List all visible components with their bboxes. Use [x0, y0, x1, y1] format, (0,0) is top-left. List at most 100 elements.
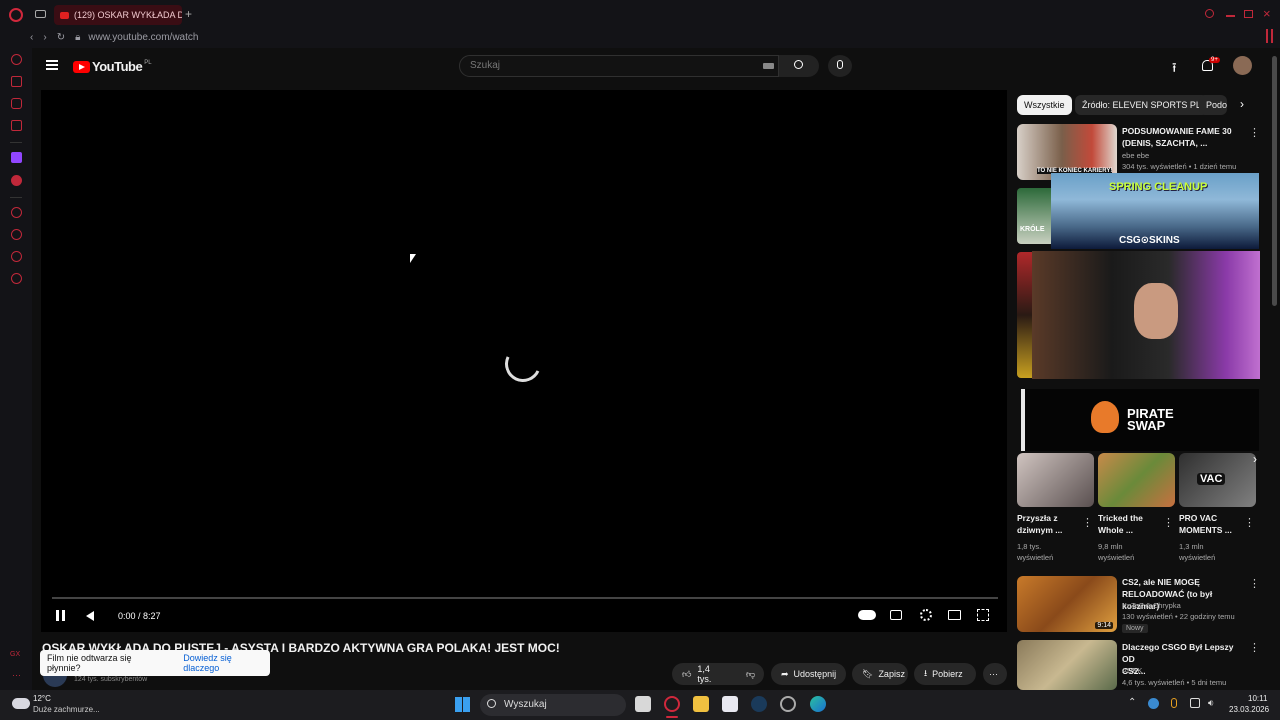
more-icon[interactable]: ···	[12, 670, 21, 680]
minimize-button[interactable]	[1226, 15, 1235, 17]
edge-icon[interactable]	[810, 696, 826, 712]
microphone-tray-icon[interactable]	[1171, 698, 1177, 708]
short-title[interactable]: PRO VAC MOMENTS ...	[1179, 512, 1243, 536]
like-button[interactable]: 👍︎ 1,4 tys.	[672, 663, 736, 685]
twitch-icon[interactable]	[11, 152, 22, 163]
new-tab-button[interactable]: +	[185, 7, 192, 21]
reload-icon[interactable]: ↻	[57, 32, 65, 43]
speed-icon[interactable]	[11, 207, 22, 218]
download-button[interactable]: ⭳ Pobierz	[914, 663, 976, 685]
speed-dial-icon[interactable]	[11, 120, 22, 131]
clock-date[interactable]: 23.03.2026	[1229, 705, 1269, 714]
chip-similar[interactable]: Podo	[1199, 95, 1227, 115]
short-thumbnail[interactable]	[1098, 453, 1175, 507]
spring-cleanup-ad[interactable]: SPRING CLEANUP CSG⊙SKINS	[1051, 173, 1259, 249]
volume-button[interactable]	[86, 611, 94, 621]
recommendation-channel[interactable]: KuTaZ & Chrypka	[1122, 600, 1181, 611]
easy-setup-icon[interactable]	[1266, 29, 1273, 43]
thumbnail-text: KRÓLE	[1020, 226, 1045, 233]
forward-icon[interactable]: ›	[43, 32, 46, 43]
theater-mode-button[interactable]	[948, 610, 961, 620]
speaker-tray-icon[interactable]	[1190, 698, 1200, 708]
more-options-icon[interactable]: ⋮	[1082, 516, 1093, 529]
recommendation-channel[interactable]: ebe ebe	[1122, 150, 1149, 161]
save-button[interactable]: 🔖︎ Zapisz	[852, 663, 908, 685]
mouse-cursor-icon	[410, 254, 416, 263]
microsoft-store-icon[interactable]	[722, 696, 738, 712]
chip-all[interactable]: Wszystkie	[1017, 95, 1072, 115]
more-actions-button[interactable]: ···	[983, 663, 1007, 685]
upload-icon[interactable]: ⭱	[1172, 59, 1177, 81]
windows-start-icon[interactable]	[455, 697, 470, 712]
active-app-indicator	[666, 716, 678, 718]
voice-search-button[interactable]	[828, 55, 852, 77]
subtitles-button[interactable]	[890, 610, 902, 620]
messenger-icon[interactable]	[11, 98, 22, 109]
network-tray-icon[interactable]: 🔉︎	[1208, 698, 1214, 709]
taskbar-search[interactable]: Wyszukaj	[480, 694, 626, 716]
more-options-icon[interactable]: ⋮	[1249, 641, 1260, 654]
more-options-icon[interactable]: ⋮	[1249, 126, 1260, 139]
short-views: 1,3 mln wyświetleń	[1179, 542, 1216, 562]
share-icon: ➦	[781, 668, 789, 679]
close-window-button[interactable]: ×	[1263, 6, 1271, 21]
keyboard-icon[interactable]	[763, 63, 774, 69]
pirate-skull-icon	[1091, 401, 1119, 433]
weather-cloud-icon[interactable]	[12, 698, 30, 709]
youtube-logo[interactable]: YouTube PL	[73, 59, 152, 74]
recommendation-thumbnail[interactable]: 9:14	[1017, 576, 1117, 632]
tray-chevron-up-icon[interactable]: ⌃	[1128, 697, 1136, 708]
gx-icon[interactable]: GX	[10, 651, 20, 658]
steam-icon[interactable]	[751, 696, 767, 712]
recommendation-channel[interactable]: ADEK	[1122, 665, 1142, 676]
settings-gear-icon[interactable]	[920, 609, 932, 621]
lock-icon: 🔒︎	[75, 31, 81, 43]
tab-youtube[interactable]: (129) OSKAR WYKŁADA D	[54, 5, 182, 25]
search-button[interactable]	[779, 55, 819, 77]
search-tabs-icon[interactable]	[1205, 9, 1214, 18]
more-options-icon[interactable]: ⋮	[1244, 516, 1255, 529]
player-icon[interactable]	[11, 175, 22, 186]
recommendation-title[interactable]: PODSUMOWANIE FAME 30 (DENIS, SZACHTA, ..…	[1122, 125, 1242, 149]
short-title[interactable]: Tricked the Whole ...	[1098, 512, 1162, 536]
avatar[interactable]	[1233, 56, 1252, 75]
opera-logo-icon[interactable]	[9, 8, 23, 22]
toast-learn-more-link[interactable]: Dowiedz się dlaczego	[183, 653, 270, 673]
progress-bar[interactable]	[52, 597, 998, 599]
fullscreen-button[interactable]	[977, 609, 989, 621]
shorts-next-button[interactable]: ›	[1245, 452, 1265, 470]
autoplay-toggle[interactable]	[858, 610, 876, 620]
maximize-button[interactable]	[1244, 10, 1253, 18]
tab-switcher-icon[interactable]	[35, 10, 46, 18]
pirate-swap-ad[interactable]: PIRATE SWAP	[1021, 389, 1259, 451]
menu-icon[interactable]	[46, 60, 58, 70]
back-icon[interactable]: ‹	[30, 32, 33, 43]
url-text[interactable]: www.youtube.com/watch	[88, 32, 198, 43]
recommendation-thumbnail[interactable]: TO NIE KONIEC KARIERY!	[1017, 124, 1117, 180]
address-bar[interactable]: ‹ › ↻ 🔒︎ www.youtube.com/watch	[30, 28, 198, 46]
dislike-button[interactable]: 👎︎	[736, 663, 764, 685]
share-button[interactable]: ➦ Udostępnij	[771, 663, 846, 685]
settings-icon[interactable]	[11, 273, 22, 284]
aria-icon[interactable]	[11, 54, 22, 65]
crypto-wallet-icon[interactable]	[11, 76, 22, 87]
more-options-icon[interactable]: ⋮	[1163, 516, 1174, 529]
clock-time[interactable]: 10:11	[1248, 694, 1267, 703]
chevron-right-icon[interactable]: ›	[1240, 97, 1244, 111]
history-icon[interactable]	[11, 229, 22, 240]
file-explorer-icon[interactable]	[693, 696, 709, 712]
search-input[interactable]: Szukaj	[459, 55, 779, 77]
recommendation-thumbnail[interactable]	[1017, 640, 1117, 690]
pause-button[interactable]	[56, 610, 65, 621]
tray-app-icon[interactable]	[1148, 698, 1159, 709]
short-title[interactable]: Przyszła z dziwnym ...	[1017, 512, 1081, 536]
opera-gx-taskbar-icon[interactable]	[664, 696, 680, 712]
extensions-icon[interactable]	[11, 251, 22, 262]
settings-taskbar-icon[interactable]	[780, 696, 796, 712]
chip-source[interactable]: Źródło: ELEVEN SPORTS PL	[1075, 95, 1208, 115]
page-scrollbar[interactable]	[1272, 56, 1277, 306]
short-thumbnail[interactable]	[1017, 453, 1094, 507]
task-view-icon[interactable]	[635, 696, 651, 712]
more-options-icon[interactable]: ⋮	[1249, 577, 1260, 590]
ad-thumbnail-krole[interactable]: KRÓLE	[1017, 188, 1053, 244]
